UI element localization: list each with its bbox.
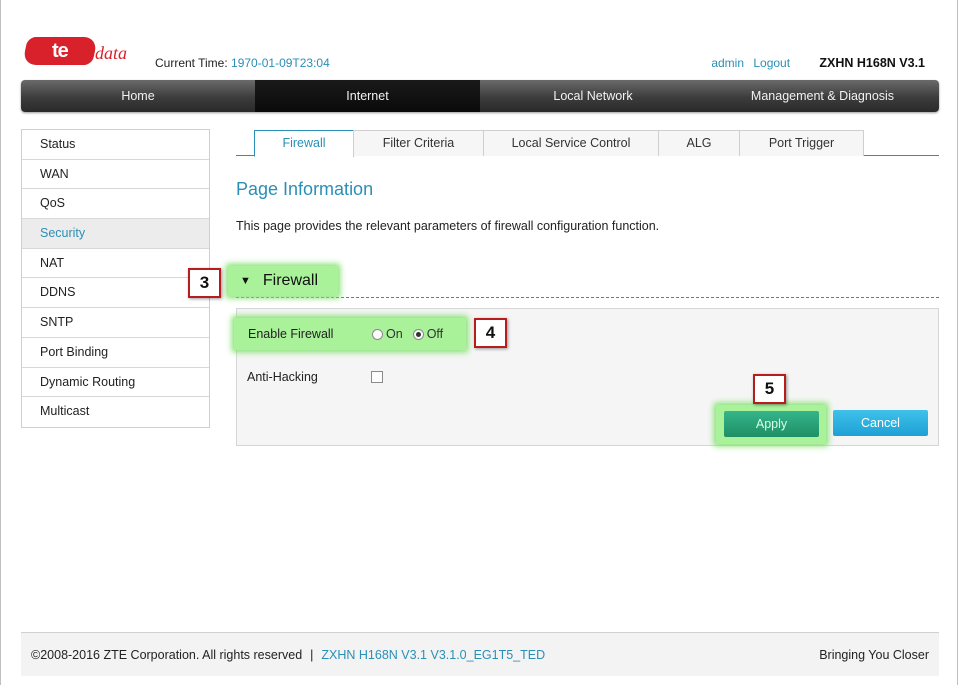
collapse-triangle-icon: ▼ bbox=[240, 275, 251, 287]
radio-on-label: On bbox=[386, 327, 403, 341]
tab-local-service-control[interactable]: Local Service Control bbox=[483, 130, 659, 156]
sidebar-item-status[interactable]: Status bbox=[22, 130, 209, 160]
radio-off-option[interactable]: Off bbox=[412, 327, 444, 341]
radio-off-label: Off bbox=[426, 327, 444, 341]
cancel-button[interactable]: Cancel bbox=[833, 410, 928, 436]
apply-button[interactable]: Apply bbox=[724, 411, 819, 437]
main-nav: Home Internet Local Network Management &… bbox=[21, 80, 939, 112]
firmware-version: ZXHN H168N V3.1 V3.1.0_EG1T5_TED bbox=[321, 648, 546, 662]
footer-separator: | bbox=[310, 648, 314, 662]
nav-local-network[interactable]: Local Network bbox=[480, 80, 706, 112]
radio-on-option[interactable]: On bbox=[372, 327, 403, 341]
enable-firewall-label: Enable Firewall bbox=[248, 327, 334, 341]
header-right: admin Logout ZXHN H168N V3.1 bbox=[711, 56, 925, 70]
nav-management-diagnosis[interactable]: Management & Diagnosis bbox=[706, 80, 939, 112]
logo-badge: te bbox=[22, 37, 98, 65]
sidebar-item-nat[interactable]: NAT bbox=[22, 248, 209, 279]
page-description: This page provides the relevant paramete… bbox=[236, 219, 660, 233]
sidebar: Status WAN QoS Security NAT DDNS SNTP Po… bbox=[21, 129, 210, 428]
current-time: Current Time: 1970-01-09T23:04 bbox=[155, 56, 330, 70]
copyright-text: ©2008-2016 ZTE Corporation. All rights r… bbox=[31, 648, 303, 662]
current-time-label: Current Time: bbox=[155, 56, 228, 70]
logo-word: data bbox=[95, 43, 128, 63]
logo-badge-text: te bbox=[52, 40, 68, 62]
callout-3: 3 bbox=[188, 268, 221, 298]
sidebar-item-port-binding[interactable]: Port Binding bbox=[22, 337, 209, 368]
sidebar-item-multicast[interactable]: Multicast bbox=[22, 397, 209, 427]
nav-home[interactable]: Home bbox=[21, 80, 255, 112]
sidebar-item-dynamic-routing[interactable]: Dynamic Routing bbox=[22, 367, 209, 398]
tab-port-trigger[interactable]: Port Trigger bbox=[739, 130, 864, 156]
sidebar-item-security[interactable]: Security bbox=[22, 219, 209, 249]
radio-off[interactable] bbox=[412, 328, 424, 340]
section-title: Firewall bbox=[262, 272, 319, 289]
anti-hacking-label: Anti-Hacking bbox=[247, 370, 318, 384]
tab-filter-criteria[interactable]: Filter Criteria bbox=[353, 130, 484, 156]
device-model: ZXHN H168N V3.1 bbox=[819, 56, 925, 70]
sidebar-item-wan[interactable]: WAN bbox=[22, 159, 209, 190]
tab-alg[interactable]: ALG bbox=[658, 130, 740, 156]
logout-link[interactable]: Logout bbox=[753, 56, 790, 70]
anti-hacking-checkbox[interactable] bbox=[371, 371, 383, 383]
sidebar-item-qos[interactable]: QoS bbox=[22, 189, 209, 220]
current-time-value: 1970-01-09T23:04 bbox=[231, 56, 330, 70]
sidebar-item-sntp[interactable]: SNTP bbox=[22, 308, 209, 338]
admin-link[interactable]: admin bbox=[711, 56, 744, 70]
nav-internet[interactable]: Internet bbox=[255, 80, 480, 112]
callout-5: 5 bbox=[753, 374, 786, 404]
firewall-section-header[interactable]: ▼ Firewall bbox=[228, 266, 338, 296]
footer-slogan: Bringing You Closer bbox=[819, 648, 929, 662]
footer: ©2008-2016 ZTE Corporation. All rights r… bbox=[21, 632, 939, 676]
callout-4: 4 bbox=[474, 318, 507, 348]
footer-left: ©2008-2016 ZTE Corporation. All rights r… bbox=[31, 648, 545, 662]
radio-on[interactable] bbox=[372, 328, 383, 340]
section-divider bbox=[236, 297, 939, 298]
tab-bar: Firewall Filter Criteria Local Service C… bbox=[236, 130, 939, 157]
tab-firewall[interactable]: Firewall bbox=[254, 130, 354, 157]
sidebar-item-ddns[interactable]: DDNS bbox=[22, 278, 209, 309]
page-title: Page Information bbox=[236, 179, 374, 199]
te-data-logo[interactable]: te data bbox=[22, 35, 130, 67]
enable-firewall-radio-group: On Off bbox=[372, 327, 453, 341]
